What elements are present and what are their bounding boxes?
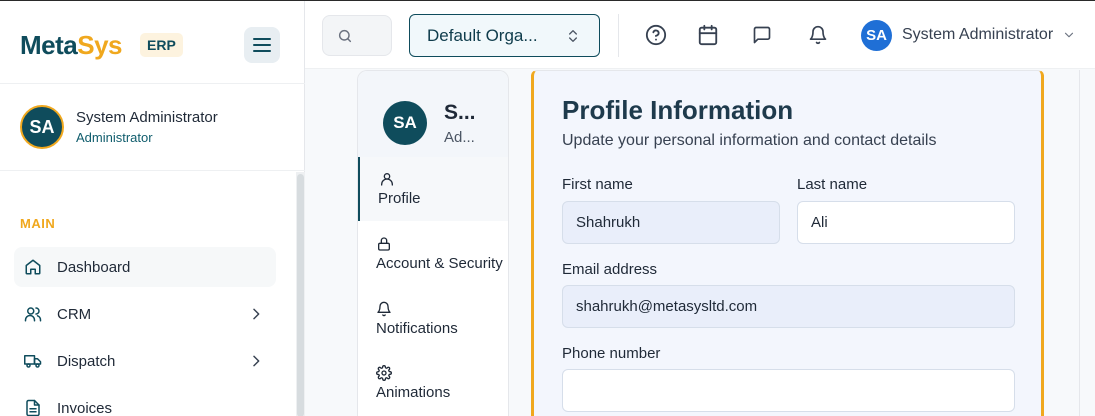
email-field[interactable] [562, 285, 1015, 328]
settings-user-role: Ad... [444, 129, 475, 146]
tab-profile[interactable]: Profile [358, 157, 508, 221]
sidebar-item-label: Dashboard [57, 258, 131, 276]
home-icon [25, 259, 41, 275]
organization-label: Default Orga... [427, 26, 538, 45]
menu-toggle-button[interactable] [244, 27, 280, 63]
tab-label: Animations [376, 384, 451, 401]
profile-card: Profile Information Update your personal… [531, 70, 1044, 416]
phone-label: Phone number [562, 345, 661, 362]
nav-section-label: MAIN [20, 216, 56, 231]
avatar: SA [20, 105, 64, 149]
chevron-down-icon[interactable] [1062, 28, 1076, 42]
brand-bar: MetaSys ERP [0, 1, 305, 84]
right-panel-edge [1079, 70, 1095, 416]
document-icon [26, 399, 40, 416]
user-icon [381, 173, 393, 186]
sidebar-user-card[interactable]: SA System Administrator Administrator [0, 85, 305, 171]
phone-field[interactable] [562, 369, 1015, 412]
sidebar-item-label: Invoices [57, 399, 113, 416]
help-icon[interactable] [645, 24, 667, 46]
search-input[interactable] [322, 15, 392, 56]
header-user-name[interactable]: System Administrator [902, 26, 1053, 44]
first-name-label: First name [562, 176, 633, 193]
page-subtitle: Update your personal information and con… [562, 132, 937, 149]
settings-nav: SA S... Ad... Profile Account & Security… [357, 70, 509, 416]
users-icon [24, 307, 42, 322]
sidebar-item-label: CRM [57, 305, 92, 323]
chevron-right-icon [253, 308, 260, 320]
brand-name-part2: Sys [77, 30, 123, 60]
truck-icon [24, 355, 42, 368]
gear-icon [376, 365, 392, 381]
search-icon [338, 29, 352, 43]
first-name-field[interactable] [562, 201, 780, 244]
tab-label: Profile [378, 190, 421, 207]
sidebar-item-crm[interactable]: CRM [14, 294, 276, 334]
bell-icon [377, 301, 391, 317]
page-title: Profile Information [562, 95, 794, 125]
top-header: Default Orga... SA System Administrator [305, 1, 1095, 69]
user-role: Administrator [76, 130, 153, 145]
chevron-right-icon [253, 355, 260, 367]
lock-icon [378, 237, 390, 251]
sidebar: MetaSys ERP SA System Administrator Admi… [0, 1, 305, 416]
sidebar-scrollbar-thumb[interactable] [297, 174, 304, 416]
email-label: Email address [562, 261, 658, 278]
sidebar-nav: MAIN Dashboard CRM Dispatch Invoices [0, 172, 296, 416]
organization-select[interactable]: Default Orga... [409, 14, 600, 57]
brand-badge: ERP [140, 33, 183, 57]
bell-icon[interactable] [808, 25, 828, 45]
settings-user-name: S... [444, 101, 476, 124]
header-divider [618, 14, 619, 57]
calendar-icon[interactable] [697, 24, 719, 46]
sidebar-item-invoices[interactable]: Invoices [14, 388, 276, 416]
sidebar-item-dashboard[interactable]: Dashboard [14, 247, 276, 287]
tab-label: Account & Security [376, 255, 503, 272]
tab-account-security[interactable]: Account & Security [358, 222, 508, 286]
chevron-up-down-icon [569, 30, 577, 42]
last-name-field[interactable] [797, 201, 1015, 244]
tab-label: Notifications [376, 320, 458, 337]
hamburger-icon [253, 38, 271, 52]
tab-animations[interactable]: Animations [358, 351, 508, 415]
tab-notifications[interactable]: Notifications [358, 287, 508, 351]
settings-user-header: SA S... Ad... [358, 71, 508, 157]
brand-logo[interactable]: MetaSys [20, 30, 123, 60]
sidebar-item-label: Dispatch [57, 352, 116, 370]
message-icon[interactable] [752, 25, 772, 45]
user-avatar[interactable]: SA [861, 20, 892, 51]
last-name-label: Last name [797, 176, 868, 193]
avatar: SA [383, 101, 427, 145]
user-name: System Administrator [76, 109, 218, 126]
brand-name-part1: Meta [20, 30, 78, 60]
sidebar-item-dispatch[interactable]: Dispatch [14, 341, 276, 381]
